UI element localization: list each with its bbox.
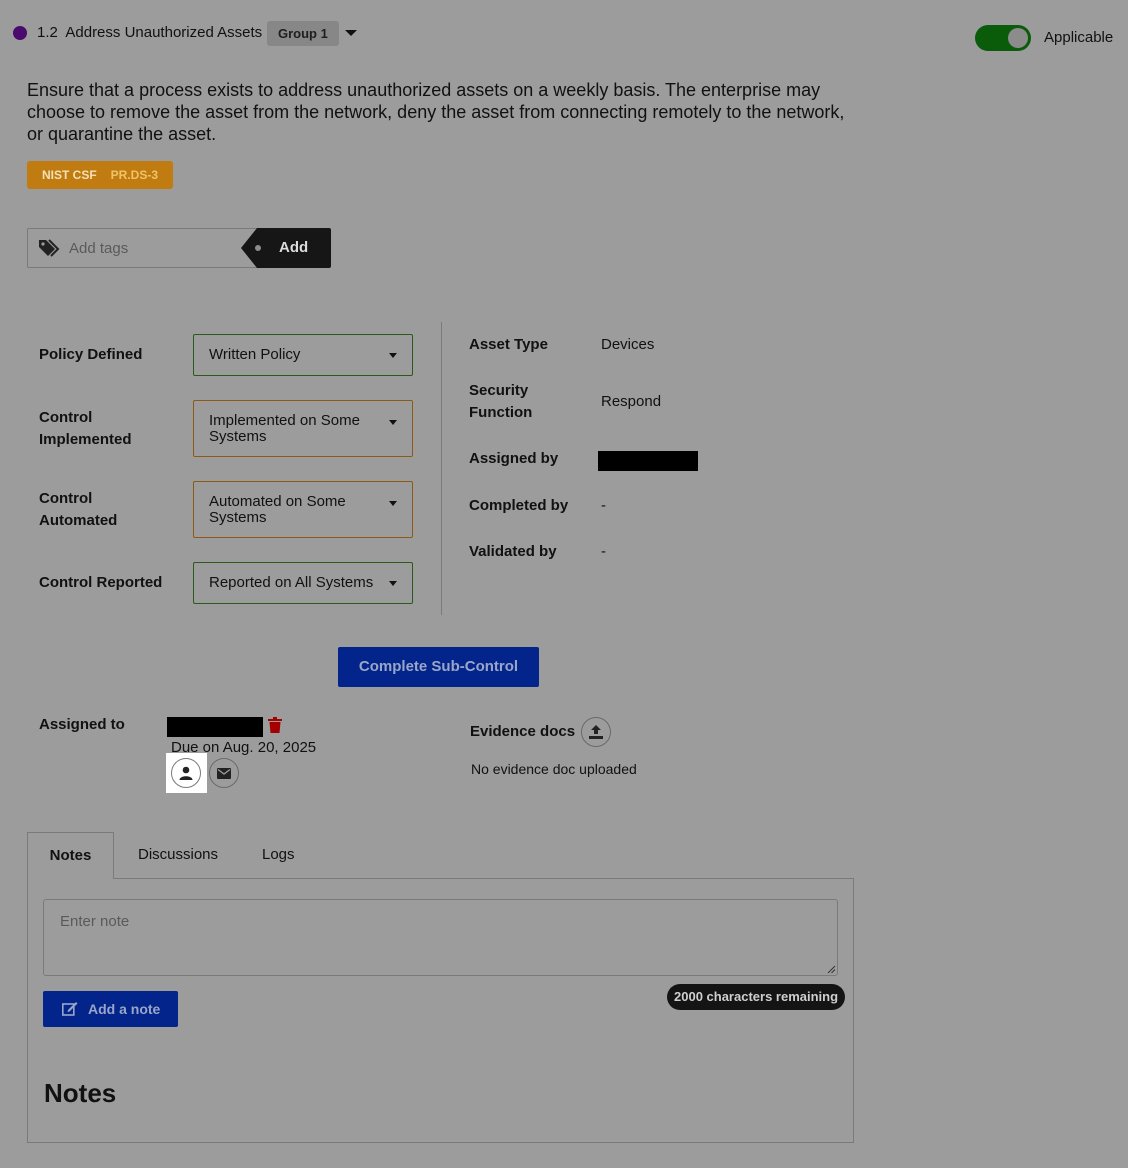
resize-handle-icon[interactable] — [827, 965, 836, 974]
select-value: Written Policy — [209, 346, 301, 363]
tab-logs[interactable]: Logs — [262, 846, 295, 863]
tags-icon — [39, 239, 60, 257]
tab-discussions[interactable]: Discussions — [138, 846, 218, 863]
applicable-toggle[interactable] — [975, 25, 1031, 51]
tag-input[interactable]: Add tags — [27, 228, 267, 268]
upload-icon — [589, 725, 603, 739]
framework-name: NIST CSF — [42, 168, 97, 182]
evidence-docs-label: Evidence docs — [470, 723, 576, 740]
control-title: 1.2 Address Unauthorized Assets — [37, 24, 262, 41]
assigned-to-label: Assigned to — [39, 716, 125, 733]
control-automated-select[interactable]: Automated on Some Systems — [193, 481, 413, 538]
control-automated-label: Control Automated — [39, 490, 118, 529]
email-button[interactable] — [209, 758, 239, 788]
user-icon-button[interactable] — [171, 758, 201, 788]
caret-down-icon — [389, 353, 397, 358]
tag-hole — [255, 245, 261, 251]
toggle-knob — [1008, 28, 1028, 48]
select-value: Reported on All Systems — [209, 574, 374, 591]
edit-icon — [62, 1002, 78, 1016]
control-number: 1.2 — [37, 24, 58, 41]
tag-placeholder: Add tags — [69, 240, 129, 257]
control-implemented-label: Control Implemented — [39, 409, 132, 448]
caret-down-icon — [389, 581, 397, 586]
group-badge: Group 1 — [267, 21, 339, 46]
caret-down-icon — [389, 501, 397, 506]
complete-subcontrol-button[interactable]: Complete Sub-Control — [338, 647, 539, 687]
note-textarea[interactable]: Enter note — [43, 899, 838, 976]
assigned-by-label: Assigned by — [469, 450, 559, 467]
no-evidence-text: No evidence doc uploaded — [471, 761, 637, 777]
char-count-badge: 2000 characters remaining — [667, 984, 846, 1010]
user-icon — [179, 766, 193, 780]
control-implemented-select[interactable]: Implemented on Some Systems — [193, 400, 413, 457]
envelope-icon — [217, 767, 231, 779]
tab-notes[interactable]: Notes — [27, 832, 114, 879]
framework-code: PR.DS-3 — [110, 168, 159, 182]
column-divider — [441, 322, 442, 615]
redacted-assignee — [167, 717, 263, 737]
validated-by-label: Validated by — [469, 543, 557, 560]
applicable-label: Applicable — [1044, 29, 1114, 46]
control-description: Ensure that a process exists to address … — [27, 80, 845, 144]
add-tag-button[interactable]: Add — [241, 228, 331, 268]
validated-by-value: - — [601, 543, 606, 560]
assign-user-button[interactable] — [166, 753, 207, 793]
completed-by-label: Completed by — [469, 497, 569, 514]
notes-heading: Notes — [44, 1078, 117, 1108]
select-value: Automated on Some Systems — [209, 493, 346, 526]
add-tag-label: Add — [279, 239, 309, 256]
select-value: Implemented on Some Systems — [209, 412, 360, 445]
trash-icon[interactable] — [268, 717, 282, 733]
control-name: Address Unauthorized Assets — [65, 24, 263, 41]
asset-type-label: Asset Type — [469, 336, 548, 353]
framework-badge: NIST CSF PR.DS-3 — [27, 161, 174, 189]
add-note-label: Add a note — [88, 1001, 161, 1017]
policy-defined-label: Policy Defined — [39, 346, 143, 363]
caret-down-icon — [389, 420, 397, 425]
redacted-name — [598, 451, 698, 471]
security-function-value: Respond — [601, 393, 662, 410]
completed-by-value: - — [601, 497, 606, 514]
status-dot — [13, 26, 27, 40]
control-reported-select[interactable]: Reported on All Systems — [193, 562, 413, 604]
asset-type-value: Devices — [601, 336, 655, 353]
note-placeholder: Enter note — [60, 913, 130, 930]
chevron-down-icon[interactable] — [345, 30, 357, 36]
control-reported-label: Control Reported — [39, 574, 163, 591]
add-note-button[interactable]: Add a note — [43, 991, 178, 1027]
upload-evidence-button[interactable] — [581, 717, 611, 747]
policy-defined-select[interactable]: Written Policy — [193, 334, 413, 376]
security-function-label: Security Function — [469, 382, 533, 421]
